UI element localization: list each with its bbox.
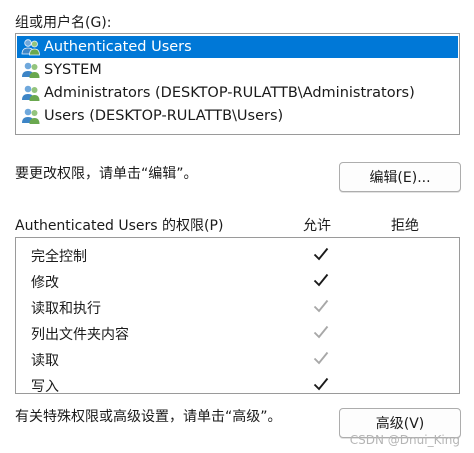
permission-row-full-control: 完全控制 [16,242,459,268]
permission-row-read: 读取 [16,346,459,372]
user-row-system[interactable]: SYSTEM [17,59,458,81]
user-name: Authenticated Users [44,39,192,55]
user-name: Users (DESKTOP-RULATTB\Users) [44,108,284,124]
edit-button[interactable]: 编辑(E)... [339,162,461,192]
permissions-header: Authenticated Users 的权限(P) [15,218,224,234]
user-row-administrators[interactable]: Administrators (DESKTOP-RULATTB\Administ… [17,82,458,104]
users-listbox[interactable]: Authenticated Users SYSTEM Administrator… [15,33,460,135]
checkmark-icon [313,273,329,287]
checkmark-icon [313,247,329,261]
user-name: Administrators (DESKTOP-RULATTB\Administ… [44,85,415,101]
user-group-icon [21,39,40,56]
group-or-user-names-label: 组或用户名(G): [15,15,112,31]
watermark: CSDN @Dnui_King [349,433,460,447]
user-group-icon [22,108,40,124]
permission-name: 修改 [31,275,59,291]
permission-name: 写入 [31,379,59,394]
user-group-icon [22,62,40,78]
checkmark-icon [313,325,329,339]
permission-row-write: 写入 [16,372,459,394]
permission-name: 读取和执行 [31,301,101,317]
advanced-settings-hint: 有关特殊权限或高级设置，请单击“高级”。 [15,409,282,425]
permission-name: 列出文件夹内容 [31,327,129,343]
user-group-icon [22,85,40,101]
deny-column-header: 拒绝 [391,218,419,234]
checkmark-icon [313,377,329,391]
user-row-authenticated-users[interactable]: Authenticated Users [17,36,458,58]
permission-row-read-execute: 读取和执行 [16,294,459,320]
checkmark-icon [313,299,329,313]
permission-row-list-folder-contents: 列出文件夹内容 [16,320,459,346]
allow-column-header: 允许 [303,218,331,234]
user-name: SYSTEM [44,62,102,78]
checkmark-icon [313,351,329,365]
permission-name: 读取 [31,353,59,369]
permissions-list[interactable]: 完全控制 修改 读取和执行 列出文件夹内容 读取 写入 [15,237,460,394]
permission-name: 完全控制 [31,249,87,265]
permission-row-modify: 修改 [16,268,459,294]
change-permissions-hint: 要更改权限，请单击“编辑”。 [15,166,198,182]
user-row-users[interactable]: Users (DESKTOP-RULATTB\Users) [17,105,458,127]
